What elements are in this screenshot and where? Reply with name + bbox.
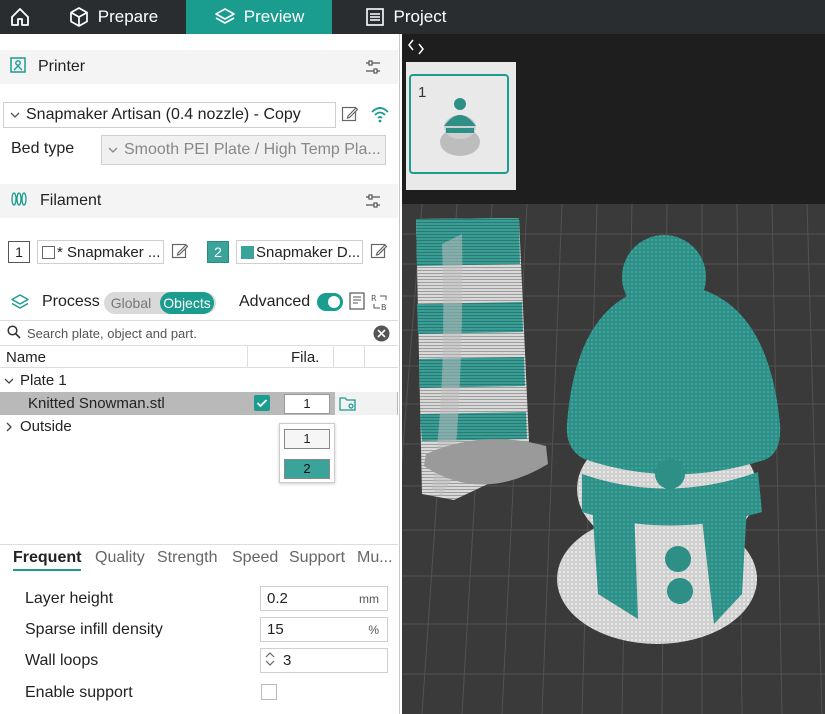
tab-prepare-label: Prepare [97,7,159,26]
wall-loops-label: Wall loops [25,652,99,669]
plate-label: Plate 1 [20,372,67,389]
chevron-down-icon [108,147,118,153]
column-fila-header: Fila. [291,349,320,366]
column-divider [333,346,334,368]
svg-text:R: R [371,294,377,303]
printer-select[interactable]: Snapmaker Artisan (0.4 nozzle) - Copy [3,102,336,128]
tab-project[interactable]: Project [332,0,478,34]
filament-option-1[interactable]: 1 [284,429,330,449]
bed-type-select[interactable]: Smooth PEI Plate / High Temp Pla... [101,135,386,165]
tab-more[interactable]: Mu... [357,549,393,567]
filament-2-select[interactable]: Snapmaker D... [236,240,363,264]
layer-height-unit: mm [359,591,379,606]
sparse-infill-label: Sparse infill density [25,621,163,638]
compare-presets-icon[interactable] [349,292,367,316]
chevron-right-icon[interactable] [4,422,14,432]
filament-2-color-swatch [241,245,254,259]
tab-prepare[interactable]: Prepare [40,0,186,34]
chevron-down-icon [10,112,20,118]
outside-label: Outside [20,418,72,435]
layers-icon [214,6,236,28]
wall-loops-spinner[interactable]: 3 [260,648,388,673]
enable-support-label: Enable support [25,684,133,701]
object-name: Knitted Snowman.stl [28,395,165,412]
bed-type-label: Bed type [11,140,75,157]
plate-row[interactable]: Plate 1 [0,369,398,392]
home-tab[interactable] [0,0,40,34]
clear-search-icon[interactable] [373,325,390,345]
search-icon [7,324,21,342]
tab-quality[interactable]: Quality [95,549,145,567]
swap-ab-icon[interactable]: RB [370,292,390,316]
tab-frequent[interactable]: Frequent [13,549,82,571]
spinner-arrows-icon[interactable] [265,651,275,671]
process-mode-toggle[interactable]: Global Objects [104,292,216,314]
parameter-tabs: Frequent Quality Strength Speed Support … [0,544,398,572]
filament-dropdown-list: 1 2 [279,423,335,483]
layer-height-value: 0.2 [267,590,288,607]
printer-name: Snapmaker Artisan (0.4 nozzle) - Copy [26,106,301,123]
printer-section-header: Printer [0,50,398,84]
sparse-infill-unit: % [368,622,379,637]
filament-section-header: Filament [0,184,398,218]
filament-option-2[interactable]: 2 [284,459,330,479]
tab-preview-label: Preview [243,7,305,26]
printer-section-title: Printer [38,58,86,75]
filament-1-select[interactable]: * Snapmaker ... [37,240,164,264]
object-visible-checkbox[interactable] [254,395,270,411]
wifi-icon[interactable] [370,104,390,128]
svg-text:B: B [381,303,387,312]
enable-support-checkbox[interactable] [261,684,277,700]
object-settings-cell[interactable] [335,392,397,415]
object-list-header: Name Fila. [0,346,398,368]
tab-speed[interactable]: Speed [232,549,278,567]
column-divider [247,346,248,368]
filament-settings-icon[interactable] [364,192,382,214]
printer-icon [10,57,26,77]
tab-preview[interactable]: Preview [186,0,332,34]
tab-project-label: Project [393,7,447,26]
search-input[interactable]: Search plate, object and part. [27,326,197,341]
bed-type-value: Smooth PEI Plate / High Temp Pla... [124,141,381,158]
sparse-infill-value: 15 [267,621,284,638]
3d-preview-viewport[interactable]: 1 [402,34,825,714]
scene-canvas: 1 [402,34,825,714]
object-row[interactable]: Knitted Snowman.stl 1 [0,392,398,415]
mode-global-option[interactable]: Global [104,295,158,311]
wall-loops-value: 3 [283,652,292,669]
object-filament-select[interactable]: 1 [284,394,330,414]
outside-row[interactable]: Outside [0,415,398,438]
filament-icon [10,191,28,211]
filament-section-title: Filament [40,192,102,209]
object-search-bar[interactable]: Search plate, object and part. [0,320,398,346]
list-icon [364,6,386,28]
filament-2-name: Snapmaker D... [256,243,361,261]
tab-strength[interactable]: Strength [157,549,217,567]
mode-objects-option[interactable]: Objects [160,292,214,314]
column-divider [364,346,365,368]
layer-height-input[interactable]: 0.2 mm [260,586,388,611]
edit-filament-2-icon[interactable] [370,242,388,264]
chevron-down-icon[interactable] [4,376,14,386]
home-icon [9,6,31,28]
advanced-toggle-switch[interactable] [317,293,343,311]
prepare-cube-icon [68,6,90,28]
sparse-infill-input[interactable]: 15 % [260,617,388,642]
tab-support[interactable]: Support [289,549,345,567]
filament-1-color-swatch [42,245,55,259]
column-name-header: Name [6,349,47,366]
layer-height-label: Layer height [25,590,114,607]
printer-settings-icon[interactable] [364,58,382,80]
filament-1-name: * Snapmaker ... [57,243,161,261]
filament-2-index[interactable]: 2 [207,241,229,263]
edit-filament-1-icon[interactable] [171,242,189,264]
top-navigation-bar: Prepare Preview Project [0,0,825,34]
plate-thumb-number: 1 [418,84,426,101]
process-label: Process [42,293,100,310]
edit-printer-icon[interactable] [341,105,359,127]
advanced-label: Advanced [239,293,311,310]
sidebar-panel: Printer Snapmaker Artisan (0.4 nozzle) -… [0,34,400,714]
filament-1-index[interactable]: 1 [8,241,30,263]
process-layers-icon [11,293,29,315]
